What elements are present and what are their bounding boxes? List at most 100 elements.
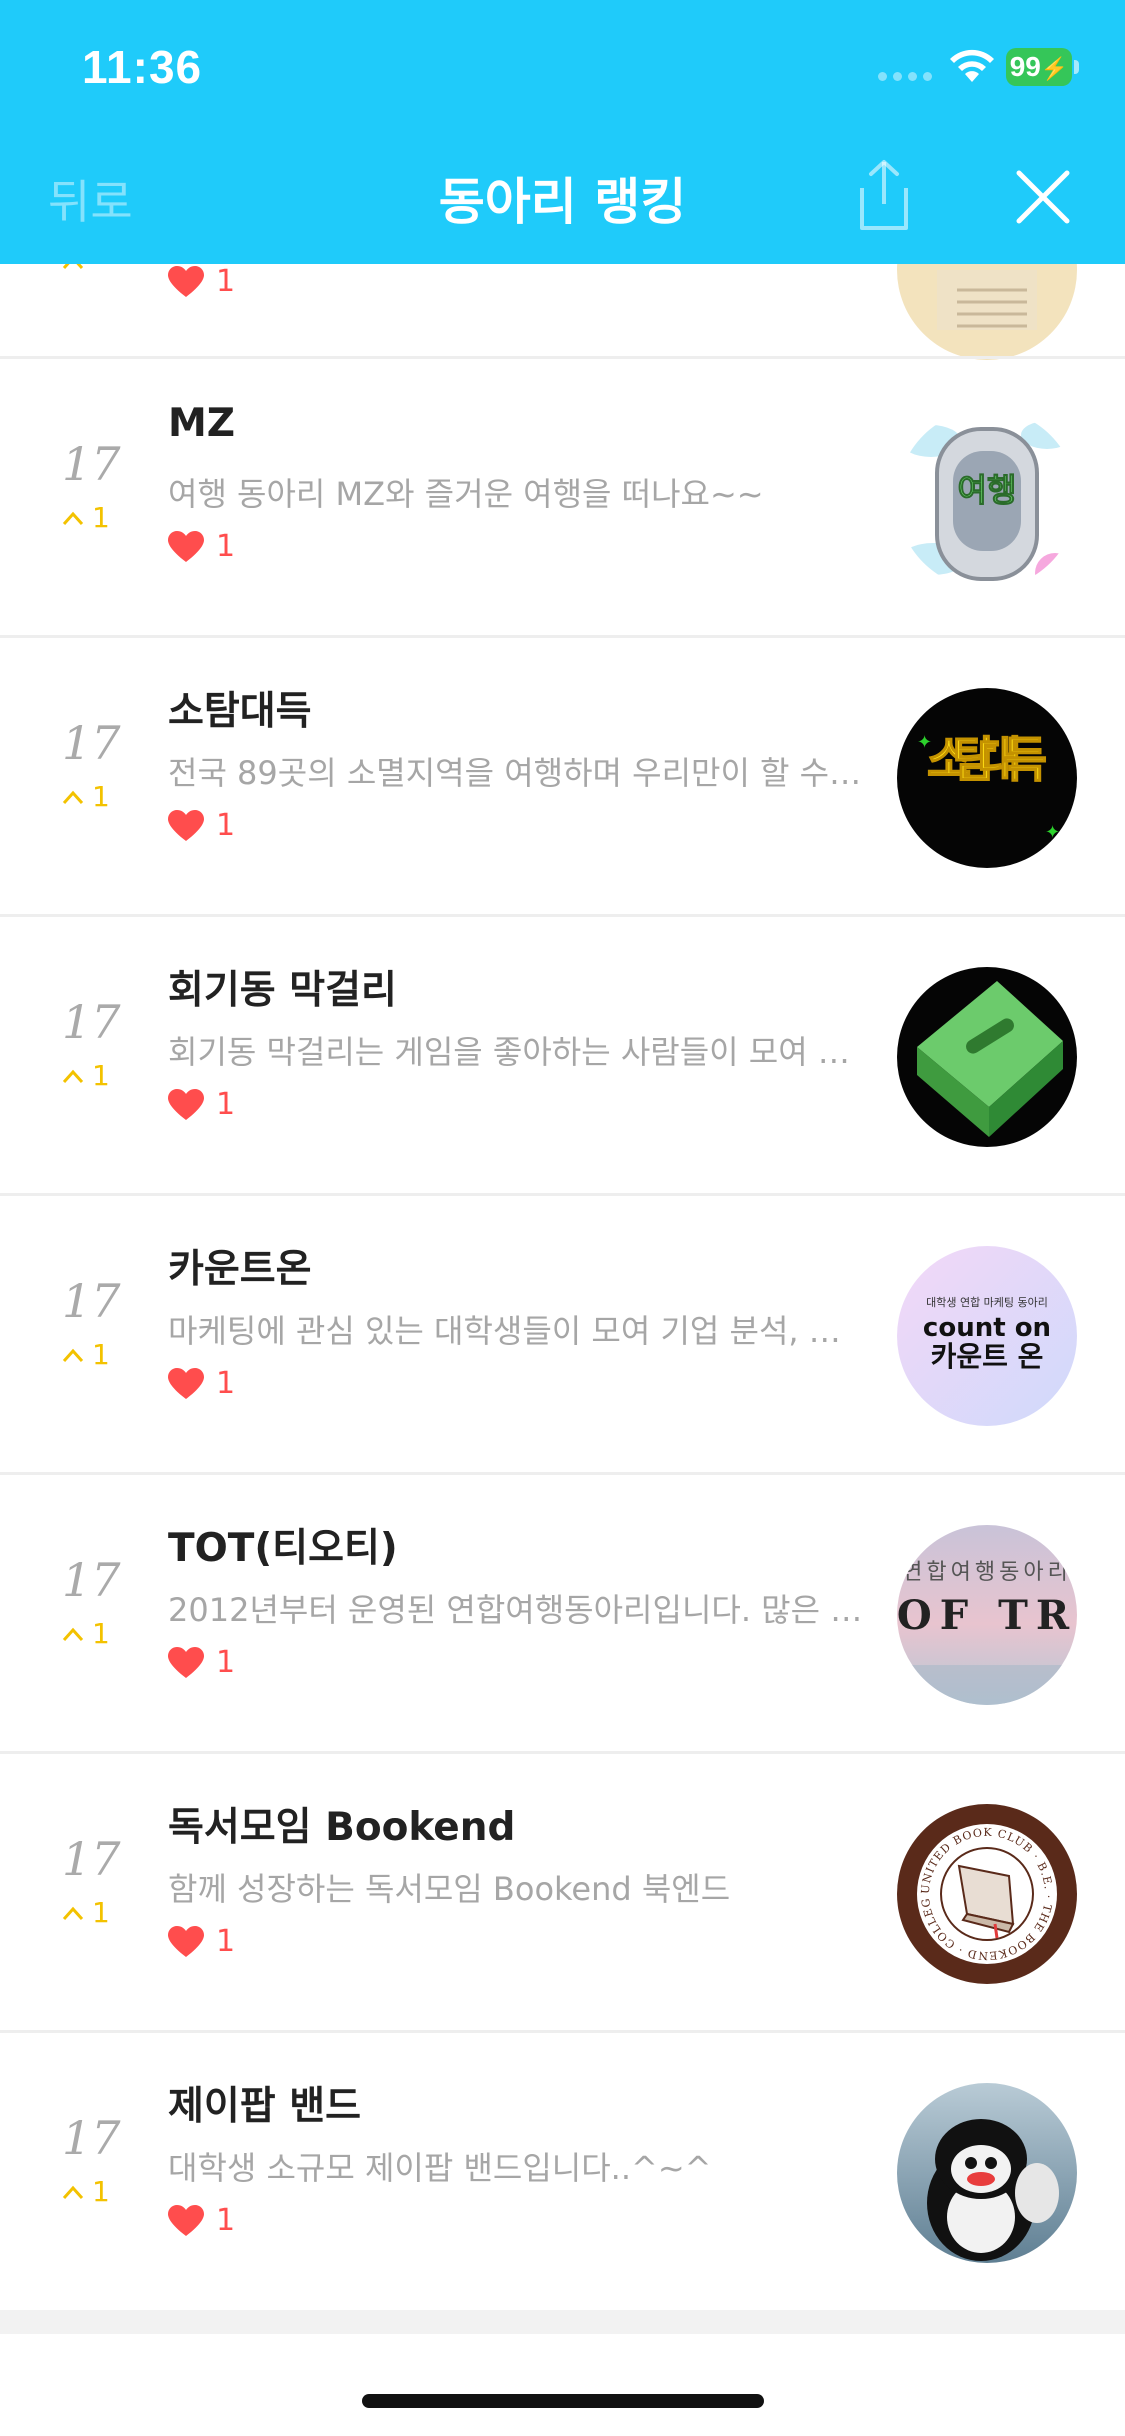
rank-change: 1 <box>62 1617 110 1650</box>
likes-count: 1 <box>216 1645 236 1680</box>
thumb-text: 여행 <box>958 471 1017 509</box>
likes: 1 <box>168 264 235 299</box>
caret-up-icon <box>62 2185 84 2199</box>
rank-change-value: 1 <box>92 1338 110 1371</box>
club-thumbnail <box>897 2083 1077 2263</box>
caret-up-icon <box>62 1906 84 1920</box>
rank-change-value: 1 <box>92 1059 110 1092</box>
club-description: 회기동 막걸리는 게임을 좋아하는 사람들이 모여 실… <box>168 1033 868 1071</box>
club-description: 함께 성장하는 독서모임 Bookend 북엔드 <box>168 1870 731 1908</box>
list-item[interactable]: 17 1 제이팝 밴드 대학생 소규모 제이팝 밴드입니다..^~^ 1 <box>0 2030 1125 2306</box>
club-thumbnail <box>897 967 1077 1147</box>
club-description: 마케팅에 관심 있는 대학생들이 모여 기업 분석, 리… <box>168 1312 868 1350</box>
club-thumbnail <box>897 264 1077 360</box>
likes-count: 1 <box>216 1366 236 1401</box>
likes: 1 <box>168 1087 235 1122</box>
club-description: 전국 89곳의 소멸지역을 여행하며 우리만이 할 수 … <box>168 754 868 792</box>
battery-indicator: 99⚡ <box>1006 48 1080 86</box>
likes: 1 <box>168 529 235 564</box>
likes-count: 1 <box>216 2203 236 2238</box>
club-description: 대학생 소규모 제이팝 밴드입니다..^~^ <box>168 2149 712 2187</box>
heart-icon <box>168 2204 204 2236</box>
club-description: 2012년부터 운영된 연합여행동아리입니다. 많은 관… <box>168 1591 868 1629</box>
home-indicator[interactable] <box>362 2394 764 2408</box>
list-item[interactable]: 1 <box>0 264 1125 360</box>
heart-icon <box>168 809 204 841</box>
caret-up-icon <box>62 790 84 804</box>
rank-number: 17 <box>62 1832 121 1886</box>
list-item[interactable]: 17 1 소탐대득 전국 89곳의 소멸지역을 여행하며 우리만이 할 수 … … <box>0 635 1125 911</box>
thumb-text: OF TR <box>897 1592 1077 1639</box>
rank-change: 1 <box>62 1896 110 1929</box>
list-item[interactable]: 17 1 독서모임 Bookend 함께 성장하는 독서모임 Bookend 북… <box>0 1751 1125 2027</box>
rank-change: 1 <box>62 2175 110 2208</box>
list-item[interactable]: 17 1 카운트온 마케팅에 관심 있는 대학생들이 모여 기업 분석, 리… … <box>0 1193 1125 1469</box>
svg-text:✦: ✦ <box>917 732 932 753</box>
thumb-text: 카운트 온 <box>931 1340 1044 1373</box>
likes: 1 <box>168 808 235 843</box>
club-thumbnail: 대학생 연합 마케팅 동아리 count on 카운트 온 <box>897 1246 1077 1426</box>
club-name: MZ <box>168 401 236 446</box>
club-name: 독서모임 Bookend <box>168 1805 516 1850</box>
likes: 1 <box>168 1645 235 1680</box>
list-item[interactable]: 17 1 회기동 막걸리 회기동 막걸리는 게임을 좋아하는 사람들이 모여 실… <box>0 914 1125 1190</box>
rank-number: 17 <box>62 437 121 491</box>
cellular-signal-icon <box>878 72 932 82</box>
battery-level: 99 <box>1009 51 1041 82</box>
rank-number: 17 <box>62 995 121 1049</box>
list-end-divider <box>0 2310 1125 2334</box>
list-item[interactable]: 17 1 TOT(티오티) 2012년부터 운영된 연합여행동아리입니다. 많은… <box>0 1472 1125 1748</box>
rank-change <box>62 264 92 270</box>
wifi-icon <box>950 49 994 82</box>
share-icon[interactable] <box>854 158 914 232</box>
close-icon[interactable] <box>1016 170 1070 224</box>
club-name: TOT(티오티) <box>168 1526 398 1571</box>
club-thumbnail: 여행 <box>897 409 1077 589</box>
club-thumbnail: 연합여행동아리 OF TR <box>897 1525 1077 1705</box>
list-item[interactable]: 17 1 MZ 여행 동아리 MZ와 즐거운 여행을 떠나요~~ 1 여행 <box>0 356 1125 632</box>
rank-change-value: 1 <box>92 2175 110 2208</box>
rank-change-value: 1 <box>92 1896 110 1929</box>
likes-count: 1 <box>216 529 236 564</box>
thumb-text: 대학생 연합 마케팅 동아리 <box>926 1296 1048 1309</box>
caret-up-icon <box>62 1069 84 1083</box>
rank-number: 17 <box>62 2111 121 2165</box>
likes-count: 1 <box>216 264 236 299</box>
thumb-text: 소탐대득 <box>927 732 1047 788</box>
club-description: 여행 동아리 MZ와 즐거운 여행을 떠나요~~ <box>168 475 764 513</box>
likes: 1 <box>168 1924 235 1959</box>
top-bar: 11:36 99⚡ 뒤로 동아리 랭킹 <box>0 0 1125 264</box>
rank-change: 1 <box>62 780 110 813</box>
club-name: 회기동 막걸리 <box>168 968 397 1013</box>
thumb-text: count on <box>923 1313 1051 1343</box>
heart-icon <box>168 1367 204 1399</box>
rank-number: 17 <box>62 1274 121 1328</box>
rank-change: 1 <box>62 501 110 534</box>
heart-icon <box>168 1646 204 1678</box>
likes: 1 <box>168 1366 235 1401</box>
svg-text:✦: ✦ <box>1045 822 1060 843</box>
rank-change-value: 1 <box>92 501 110 534</box>
rank-change: 1 <box>62 1059 110 1092</box>
rank-change-value: 1 <box>92 1617 110 1650</box>
status-time: 11:36 <box>82 41 203 93</box>
club-thumbnail: 소탐대득 ✦ ✦ <box>897 688 1077 868</box>
caret-up-icon <box>62 511 84 525</box>
club-thumbnail: UNITED BOOK CLUB · B.E. · THE BOOKEND · … <box>897 1804 1077 1984</box>
heart-icon <box>168 1925 204 1957</box>
club-name: 소탐대득 <box>168 689 312 734</box>
club-name: 카운트온 <box>168 1247 312 1292</box>
page-title: 동아리 랭킹 <box>438 173 687 231</box>
rank-number: 17 <box>62 716 121 770</box>
heart-icon <box>168 530 204 562</box>
rank-number: 17 <box>62 1553 121 1607</box>
caret-up-icon <box>62 1348 84 1362</box>
club-name: 제이팝 밴드 <box>168 2084 361 2129</box>
rank-change-value: 1 <box>92 780 110 813</box>
heart-icon <box>168 265 204 297</box>
likes-count: 1 <box>216 1087 236 1122</box>
heart-icon <box>168 1088 204 1120</box>
likes-count: 1 <box>216 1924 236 1959</box>
thumb-text: 연합여행동아리 <box>902 1560 1072 1585</box>
rank-change: 1 <box>62 1338 110 1371</box>
